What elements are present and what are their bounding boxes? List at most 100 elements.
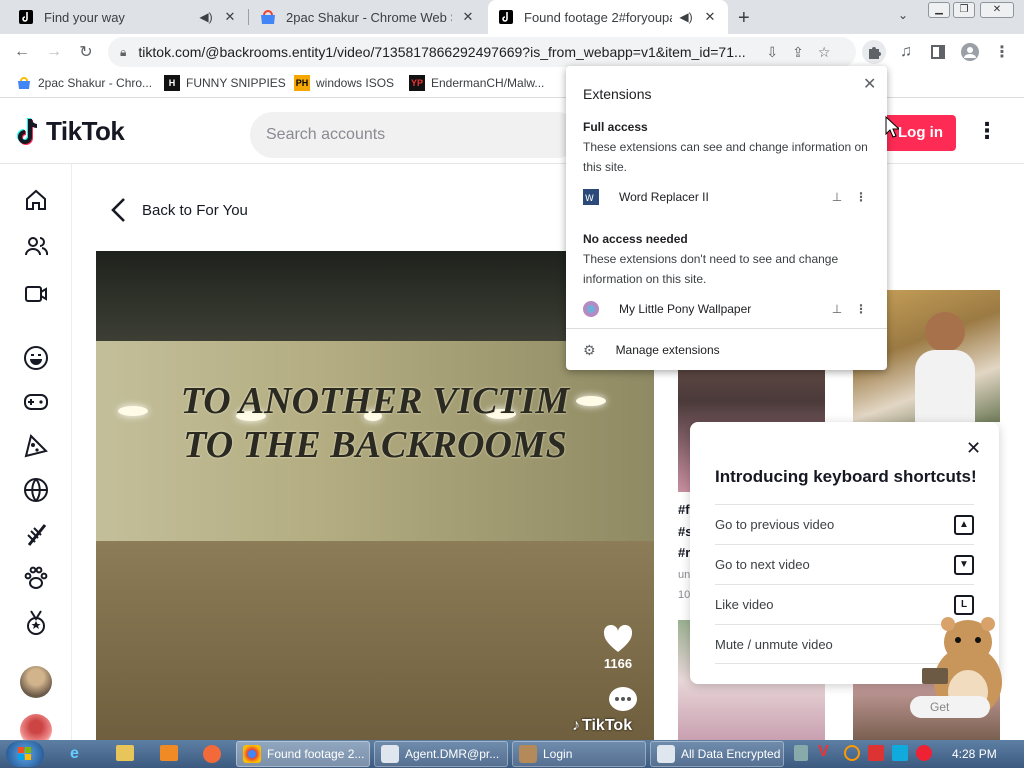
explorer-folder-icon[interactable] [116,745,134,761]
beauty-comb-icon[interactable] [20,518,52,550]
tiktok-logo[interactable]: TikTok [16,116,125,147]
no-access-title: No access needed [583,232,688,246]
profile-avatar-icon[interactable] [958,40,982,64]
taskbar-window-chrome[interactable]: Found footage 2... [236,741,370,767]
tray-icon[interactable] [868,745,884,761]
media-control-icon[interactable]: ♫ [894,40,918,64]
divider [566,328,887,329]
shortcuts-title: Introducing keyboard shortcuts! [715,467,977,486]
close-icon[interactable]: ✕ [863,74,876,94]
tray-icon[interactable] [892,745,908,761]
following-icon[interactable] [20,230,52,262]
bookmark-favicon: YP [409,75,425,91]
forward-arrow-icon[interactable]: → [42,40,66,64]
more-options-icon[interactable]: ⋮ [849,190,873,204]
chrome-menu-icon[interactable]: ⋮ [990,40,1014,64]
video-tag[interactable]: #r [678,545,690,560]
pin-icon[interactable]: ⊥ [825,302,849,316]
close-window-button[interactable]: ✕ [980,2,1014,18]
app-icon[interactable] [203,745,221,763]
desktop-pet-hamster[interactable]: Get [910,612,1010,722]
manage-extensions-link[interactable]: ⚙ Manage extensions [583,338,873,362]
tab-chrome-web-store[interactable]: 2pac Shakur - Chrome Web Store ✕ [250,0,486,34]
like-button[interactable]: 1166 [598,624,638,671]
sports-medal-icon[interactable] [20,606,52,638]
more-options-icon[interactable]: ⋮ [976,118,998,144]
share-icon[interactable]: ⇪ [792,44,804,61]
no-access-desc: These extensions don't need to see and c… [583,252,839,286]
tray-icon[interactable] [916,745,932,761]
restore-button[interactable]: ❐ [953,2,975,18]
tiktok-favicon-icon [18,9,34,25]
full-access-title: Full access [583,120,648,134]
install-icon[interactable]: ⇩ [766,44,778,61]
gaming-icon[interactable] [20,386,52,418]
bookmark-windows-isos[interactable]: PH windows ISOS [294,75,394,91]
back-arrow-icon[interactable]: ← [10,40,34,64]
taskbar-window-login[interactable]: Login [512,741,646,767]
taskbar-window-agent[interactable]: Agent.DMR@pr... [374,741,508,767]
animals-paw-icon[interactable] [20,562,52,594]
bookmark-favicon: H [164,75,180,91]
url-text: tiktok.com/@backrooms.entity1/video/7135… [138,44,746,60]
shortcut-label: Go to previous video [715,517,835,532]
audio-icon[interactable]: ◀) [198,10,214,24]
extensions-heading: Extensions [583,86,652,102]
media-player-icon[interactable] [160,745,178,761]
video-tag[interactable]: #f [678,502,690,517]
arrow-up-key-icon: ▲ [954,514,974,535]
start-button[interactable] [6,741,44,767]
food-icon[interactable] [20,430,52,462]
close-tab-icon[interactable]: ✕ [222,9,238,25]
reload-icon[interactable]: ↻ [74,40,98,64]
tray-icon[interactable] [794,745,808,761]
lock-icon[interactable]: 🔒︎ [120,45,126,60]
bookmark-label: windows ISOS [316,76,395,90]
ie-icon[interactable]: e [70,745,90,763]
new-tab-button[interactable]: + [738,7,750,30]
travel-globe-icon[interactable] [20,474,52,506]
close-icon[interactable]: ✕ [966,438,981,459]
taskbar-window-encrypted[interactable]: All Data Encrypted [650,741,784,767]
tray-search-icon[interactable] [844,745,860,761]
bookmark-2pac[interactable]: 2pac Shakur - Chro... [16,75,152,91]
shortcut-row: Go to next video ▼ [715,544,974,584]
minimize-button[interactable]: ▁ [928,2,950,18]
comment-icon [609,687,637,711]
account-avatar[interactable] [20,666,52,698]
close-tab-icon[interactable]: ✕ [460,9,476,25]
extensions-puzzle-icon[interactable] [862,40,886,64]
pin-icon[interactable]: ⊥ [825,190,849,204]
tab-find-your-way[interactable]: Find your way ◀) ✕ [8,0,248,34]
comment-button[interactable] [603,685,643,716]
bookmark-funny-snippies[interactable]: H FUNNY SNIPPIES [164,75,286,91]
search-input[interactable]: Search accounts [250,112,580,158]
chrome-web-store-icon [16,75,32,91]
bookmark-endermanch[interactable]: YP EndermanCH/Malw... [409,75,544,91]
audio-icon[interactable]: ◀) [678,10,694,24]
extension-item-word-replacer[interactable]: W Word Replacer II ⊥ ⋮ [583,185,873,209]
address-bar[interactable]: 🔒︎ tiktok.com/@backrooms.entity1/video/7… [108,37,856,67]
get-button[interactable]: Get [910,696,990,718]
extension-item-my-little-pony[interactable]: My Little Pony Wallpaper ⊥ ⋮ [583,297,873,321]
comedy-icon[interactable] [20,342,52,374]
live-icon[interactable] [20,278,52,310]
taskbar-window-title: Agent.DMR@pr... [405,747,500,761]
home-icon[interactable] [20,184,52,216]
tab-title: Found footage 2#foryoupag [524,9,672,25]
side-panel-icon[interactable] [926,40,950,64]
tab-search-chevron-icon[interactable]: ⌄ [898,8,908,22]
clock[interactable]: 4:28 PM [952,747,997,761]
more-options-icon[interactable]: ⋮ [849,302,873,316]
logo-text: TikTok [46,116,125,146]
bookmark-label: FUNNY SNIPPIES [186,76,286,90]
tiktok-note-icon [17,117,38,145]
chrome-web-store-icon [260,9,276,25]
close-tab-icon[interactable]: ✕ [702,9,718,25]
tab-title: Find your way [44,9,125,25]
like-count: 1166 [603,656,633,671]
back-to-for-you[interactable]: Back to For You [108,196,248,224]
tab-found-footage[interactable]: Found footage 2#foryoupag ◀) ✕ [488,0,728,34]
tray-antivirus-icon[interactable]: V [818,743,829,761]
bookmark-star-icon[interactable]: ☆ [818,44,831,61]
